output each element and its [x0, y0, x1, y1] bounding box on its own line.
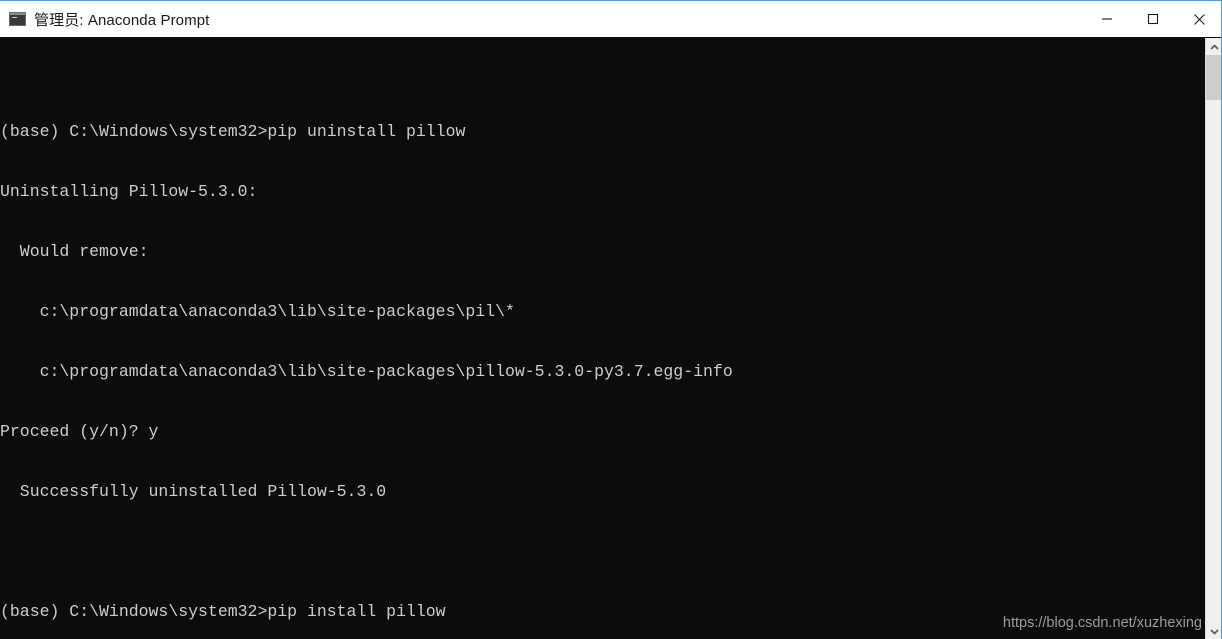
console-line: Uninstalling Pillow-5.3.0:	[0, 182, 258, 201]
console-line: Successfully uninstalled Pillow-5.3.0	[0, 482, 387, 501]
scroll-down-arrow-icon[interactable]	[1206, 623, 1222, 639]
console-line: c:\programdata\anaconda3\lib\site-packag…	[0, 362, 733, 381]
close-button[interactable]	[1176, 1, 1222, 37]
minimize-button[interactable]	[1084, 1, 1130, 37]
scrollbar-track[interactable]	[1206, 55, 1222, 623]
console-line: c:\programdata\anaconda3\lib\site-packag…	[0, 302, 515, 321]
maximize-button[interactable]	[1130, 1, 1176, 37]
title-bar[interactable]: 管理员: Anaconda Prompt	[0, 1, 1222, 37]
console-line: Would remove:	[0, 242, 149, 261]
console-window-icon	[9, 12, 26, 26]
console-output[interactable]: (base) C:\Windows\system32>pip uninstall…	[0, 38, 1205, 639]
window-controls	[1084, 1, 1222, 37]
scroll-up-arrow-icon[interactable]	[1206, 38, 1222, 55]
console-line: Proceed (y/n)? y	[0, 422, 159, 441]
console-line: (base) C:\Windows\system32>pip uninstall…	[0, 122, 466, 141]
vertical-scrollbar[interactable]	[1205, 38, 1222, 639]
scrollbar-thumb[interactable]	[1206, 55, 1222, 100]
console-window: 管理员: Anaconda Prompt (base) C:\Windows\s…	[0, 0, 1222, 639]
window-title: 管理员: Anaconda Prompt	[34, 11, 210, 29]
watermark-url: https://blog.csdn.net/xuzhexing	[1002, 615, 1202, 631]
